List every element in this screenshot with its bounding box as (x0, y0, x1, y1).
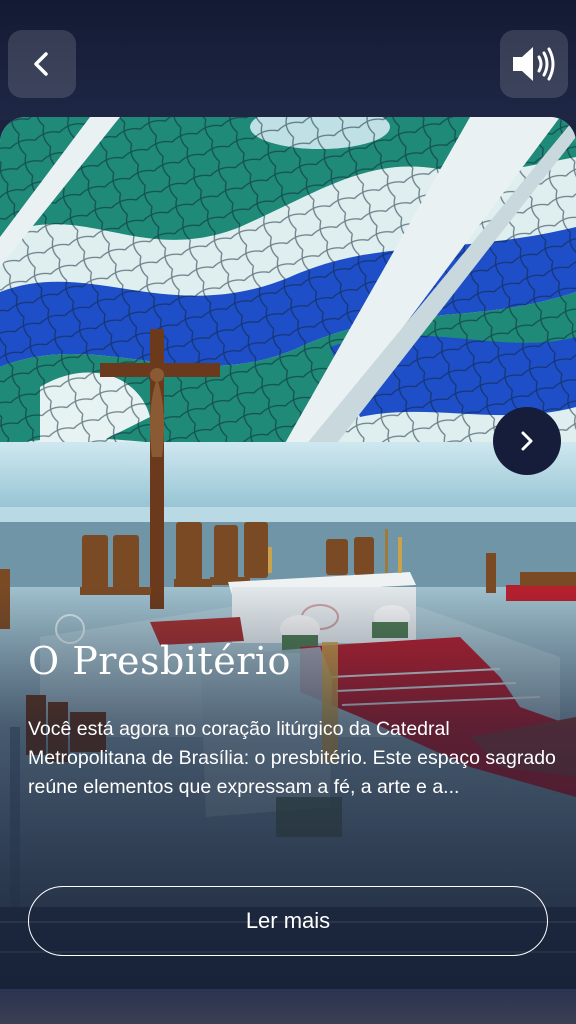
bottom-area (0, 989, 576, 1024)
description-text: Você está agora no coração litúrgico da … (28, 718, 556, 798)
next-button[interactable] (493, 407, 561, 475)
read-more-button[interactable]: Ler mais (28, 886, 548, 956)
speaker-volume-icon (513, 47, 555, 81)
sound-button[interactable] (500, 30, 568, 98)
back-button[interactable] (8, 30, 76, 98)
page-title: O Presbitério (28, 639, 291, 683)
chevron-right-icon (521, 431, 533, 451)
chevron-left-icon (34, 52, 48, 76)
top-bar (0, 0, 576, 120)
content-card: O Presbitério Você está agora no coração… (0, 117, 576, 989)
